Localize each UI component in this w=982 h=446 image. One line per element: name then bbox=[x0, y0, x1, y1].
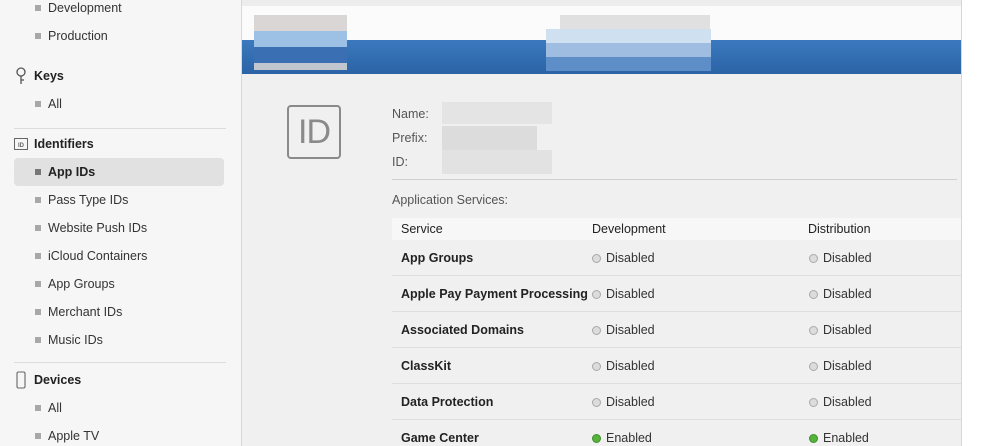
status-text: Disabled bbox=[823, 287, 872, 301]
status-text: Disabled bbox=[606, 323, 655, 337]
sidebar-item-devices-all[interactable]: All bbox=[14, 394, 224, 422]
status-dot-icon bbox=[809, 434, 818, 443]
sidebar-divider bbox=[14, 362, 226, 363]
prefix-label: Prefix: bbox=[392, 131, 428, 145]
status-text: Disabled bbox=[606, 287, 655, 301]
status-dot-icon bbox=[592, 290, 601, 299]
table-row: ClassKit Disabled Disabled bbox=[392, 348, 961, 384]
distribution-status: Disabled bbox=[809, 359, 872, 373]
sidebar-item-development[interactable]: Development bbox=[14, 0, 224, 22]
table-header: Service Development Distribution bbox=[392, 218, 961, 240]
bullet-icon bbox=[35, 169, 41, 175]
distribution-status: Disabled bbox=[809, 287, 872, 301]
app-id-badge-icon: ID bbox=[287, 105, 341, 159]
bullet-icon bbox=[35, 101, 41, 107]
services-table: Service Development Distribution App Gro… bbox=[392, 218, 961, 446]
status-dot-icon bbox=[809, 362, 818, 371]
development-status: Disabled bbox=[592, 323, 655, 337]
development-status: Disabled bbox=[592, 251, 655, 265]
table-row: Data Protection Disabled Disabled bbox=[392, 384, 961, 420]
main-content: ID Name: Prefix: ID: Application Service… bbox=[242, 0, 982, 446]
bullet-icon bbox=[35, 309, 41, 315]
column-header-service: Service bbox=[401, 222, 443, 236]
status-dot-icon bbox=[592, 398, 601, 407]
sidebar-divider bbox=[14, 128, 226, 129]
bullet-icon bbox=[35, 253, 41, 259]
sidebar-item-apple-tv[interactable]: Apple TV bbox=[14, 422, 224, 446]
bullet-icon bbox=[35, 33, 41, 39]
distribution-status: Disabled bbox=[809, 251, 872, 265]
bullet-icon bbox=[35, 337, 41, 343]
status-text: Disabled bbox=[606, 395, 655, 409]
id-card-icon: ID bbox=[14, 138, 28, 150]
status-dot-icon bbox=[592, 362, 601, 371]
status-dot-icon bbox=[592, 326, 601, 335]
section-devices: Devices bbox=[14, 368, 224, 392]
sidebar-item-icloud-containers[interactable]: iCloud Containers bbox=[14, 242, 224, 270]
bullet-icon bbox=[35, 225, 41, 231]
table-row: Game Center Enabled Enabled bbox=[392, 420, 961, 446]
development-status: Disabled bbox=[592, 359, 655, 373]
bullet-icon bbox=[35, 5, 41, 11]
bullet-icon bbox=[35, 433, 41, 439]
table-row: App Groups Disabled Disabled bbox=[392, 240, 961, 276]
service-name: Data Protection bbox=[401, 395, 494, 409]
service-name: Game Center bbox=[401, 431, 479, 445]
status-text: Enabled bbox=[606, 431, 652, 445]
section-identifiers: ID Identifiers bbox=[14, 132, 224, 156]
column-header-development: Development bbox=[592, 222, 666, 236]
status-text: Disabled bbox=[606, 359, 655, 373]
device-icon bbox=[16, 371, 26, 389]
distribution-status: Enabled bbox=[809, 431, 869, 445]
status-dot-icon bbox=[592, 434, 601, 443]
status-text: Enabled bbox=[823, 431, 869, 445]
service-name: Apple Pay Payment Processing bbox=[401, 287, 588, 301]
distribution-status: Disabled bbox=[809, 395, 872, 409]
key-icon bbox=[16, 67, 26, 84]
redacted-id bbox=[442, 150, 552, 174]
status-dot-icon bbox=[809, 326, 818, 335]
redacted-name bbox=[442, 102, 552, 124]
status-text: Disabled bbox=[823, 395, 872, 409]
status-dot-icon bbox=[809, 254, 818, 263]
section-keys: Keys bbox=[14, 64, 224, 88]
table-row: Associated Domains Disabled Disabled bbox=[392, 312, 961, 348]
status-text: Disabled bbox=[823, 359, 872, 373]
status-text: Disabled bbox=[606, 251, 655, 265]
sidebar-item-music-ids[interactable]: Music IDs bbox=[14, 326, 224, 354]
bullet-icon bbox=[35, 281, 41, 287]
sidebar-item-app-groups[interactable]: App Groups bbox=[14, 270, 224, 298]
sidebar-item-keys-all[interactable]: All bbox=[14, 90, 224, 118]
distribution-status: Disabled bbox=[809, 323, 872, 337]
bullet-icon bbox=[35, 197, 41, 203]
service-name: ClassKit bbox=[401, 359, 452, 373]
development-status: Enabled bbox=[592, 431, 652, 445]
status-text: Disabled bbox=[823, 323, 872, 337]
status-dot-icon bbox=[809, 290, 818, 299]
status-dot-icon bbox=[592, 254, 601, 263]
sidebar: Development Production Keys All ID Ident… bbox=[0, 0, 242, 446]
sidebar-item-production[interactable]: Production bbox=[14, 22, 224, 50]
redacted-prefix bbox=[442, 126, 537, 150]
sidebar-item-pass-type-ids[interactable]: Pass Type IDs bbox=[14, 186, 224, 214]
table-row: Apple Pay Payment Processing Disabled Disa… bbox=[392, 276, 961, 312]
service-name: Associated Domains bbox=[401, 323, 524, 337]
section-divider bbox=[392, 179, 957, 180]
development-status: Disabled bbox=[592, 287, 655, 301]
scroll-track[interactable] bbox=[961, 0, 982, 446]
service-name: App Groups bbox=[401, 251, 474, 265]
sidebar-item-merchant-ids[interactable]: Merchant IDs bbox=[14, 298, 224, 326]
sidebar-item-app-ids[interactable]: App IDs bbox=[14, 158, 224, 186]
id-label: ID: bbox=[392, 155, 408, 169]
svg-text:ID: ID bbox=[18, 143, 25, 149]
application-services-title: Application Services: bbox=[392, 193, 509, 207]
column-header-distribution: Distribution bbox=[808, 222, 871, 236]
sidebar-item-website-push-ids[interactable]: Website Push IDs bbox=[14, 214, 224, 242]
bullet-icon bbox=[35, 405, 41, 411]
status-text: Disabled bbox=[823, 251, 872, 265]
status-dot-icon bbox=[809, 398, 818, 407]
name-label: Name: bbox=[392, 107, 429, 121]
development-status: Disabled bbox=[592, 395, 655, 409]
